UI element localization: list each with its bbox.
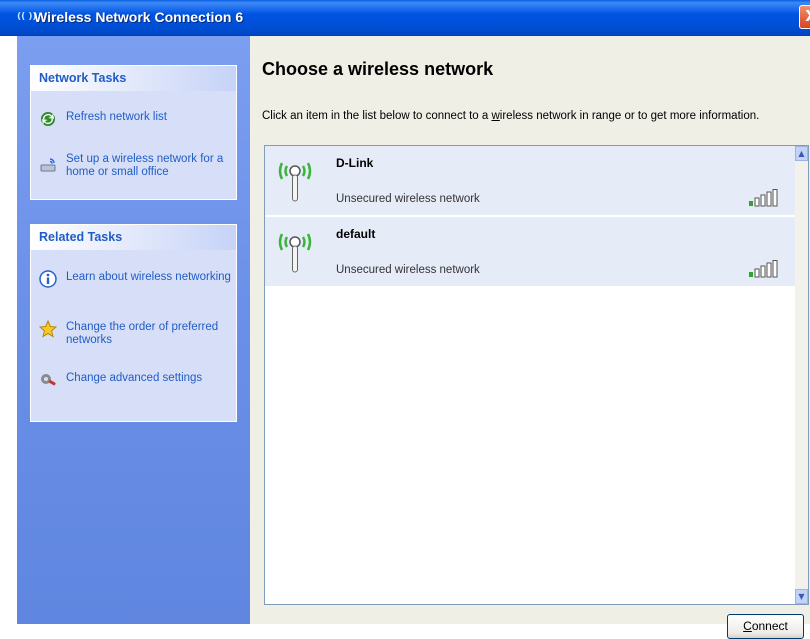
setup-wireless-network-link[interactable]: Set up a wireless network for a home or … (39, 152, 239, 182)
vertical-scrollbar[interactable]: ▲ ▼ (795, 146, 808, 604)
change-order-link[interactable]: Change the order of preferred networks (39, 320, 239, 350)
wireless-antenna-icon (278, 233, 312, 273)
learn-about-wireless-label: Learn about wireless networking (66, 271, 231, 283)
network-list[interactable]: D-Link Unsecured wireless network defaul… (264, 145, 809, 605)
title-bar: (( )) Wireless Network Connection 6 X (0, 0, 810, 36)
scroll-down-button[interactable]: ▼ (795, 589, 808, 604)
scroll-up-button[interactable]: ▲ (795, 146, 808, 161)
related-tasks-heading: Related Tasks (31, 225, 236, 250)
page-title: Choose a wireless network (262, 59, 494, 79)
learn-about-wireless-link[interactable]: Learn about wireless networking (39, 270, 239, 300)
wireless-antenna-icon (278, 162, 312, 202)
related-tasks-panel: Related Tasks Learn about wireless netwo… (30, 224, 237, 422)
setup-wizard-icon (40, 158, 56, 172)
refresh-network-list-link[interactable]: Refresh network list (39, 110, 239, 128)
network-status: Unsecured wireless network (336, 264, 480, 276)
change-order-label: Change the order of preferred networks (66, 321, 219, 346)
change-advanced-settings-link[interactable]: Change advanced settings (39, 371, 239, 401)
star-icon (39, 320, 57, 338)
main-panel: Choose a wireless network Click an item … (250, 36, 810, 639)
sidebar: Network Tasks Refresh network list Set u… (0, 36, 250, 624)
network-status: Unsecured wireless network (336, 193, 480, 205)
network-tasks-panel: Network Tasks Refresh network list Set u… (30, 65, 237, 200)
change-advanced-settings-label: Change advanced settings (66, 372, 203, 384)
close-button[interactable]: X (799, 5, 810, 29)
chevron-up-icon: ▲ (798, 149, 805, 158)
signal-strength-icon (749, 189, 778, 207)
chevron-down-icon: ▼ (798, 592, 805, 601)
refresh-icon (41, 112, 55, 126)
instructions: Click an item in the list below to conne… (262, 110, 760, 122)
setup-wireless-network-label: Set up a wireless network for a home or … (66, 153, 224, 178)
network-tasks-heading: Network Tasks (31, 66, 236, 91)
network-name: default (336, 227, 376, 241)
signal-strength-icon (749, 260, 778, 278)
window-title: Wireless Network Connection 6 (34, 9, 244, 25)
refresh-network-list-label: Refresh network list (66, 111, 167, 123)
network-row-default[interactable]: default Unsecured wireless network (265, 217, 795, 286)
connect-button[interactable]: Connect (727, 614, 804, 639)
info-icon (39, 270, 57, 288)
close-icon: X (805, 7, 810, 25)
network-name: D-Link (336, 156, 374, 170)
network-row-d-link[interactable]: D-Link Unsecured wireless network (265, 146, 795, 215)
settings-icon (41, 374, 56, 386)
